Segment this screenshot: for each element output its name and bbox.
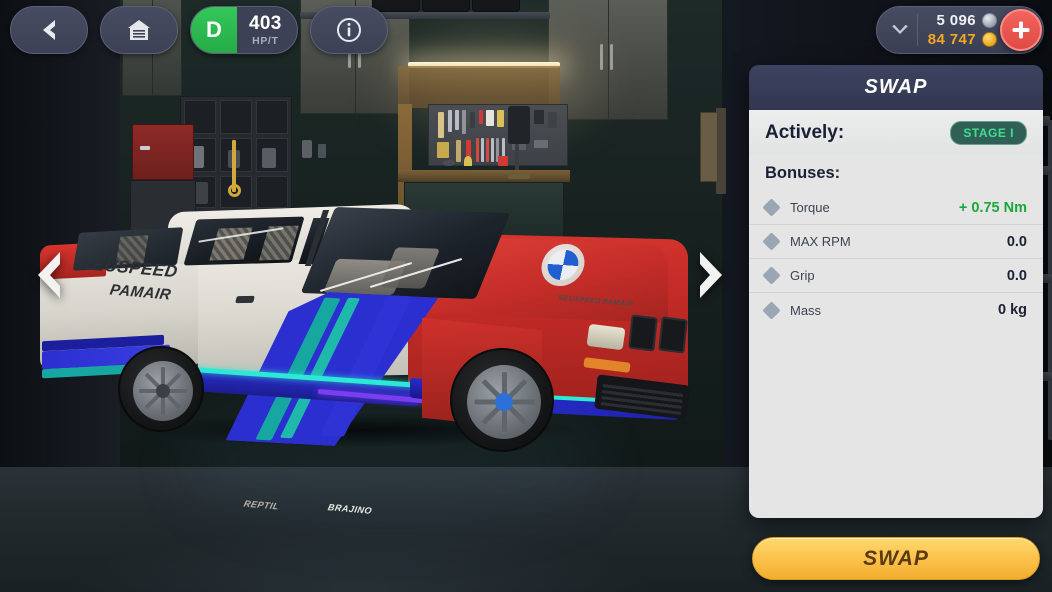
- stage-progression: STOCKSTAGE ISTAGE IISTAGE IIISTAGE IV: [0, 477, 749, 592]
- bonus-name: Grip: [790, 268, 815, 283]
- active-label: Actively:: [765, 121, 845, 143]
- bonuses-title: Bonuses:: [765, 164, 841, 182]
- bonus-diamond-icon: [762, 198, 781, 217]
- add-currency-button[interactable]: [1000, 9, 1042, 51]
- gold-coin-icon: [982, 32, 997, 47]
- swap-action-button[interactable]: SWAP: [752, 537, 1040, 580]
- currency-display: 5 096 84 747: [875, 6, 1044, 54]
- bonus-value: + 0.75 Nm: [958, 199, 1027, 216]
- bonus-value: 0.0: [1006, 233, 1027, 250]
- silver-amount: 5 096: [936, 12, 976, 29]
- bonus-value: 0 kg: [997, 302, 1027, 318]
- silver-coin-icon: [982, 13, 997, 28]
- info-icon: [336, 18, 361, 42]
- gold-currency-row: 84 747: [928, 31, 997, 48]
- chevron-left-icon: [43, 20, 55, 40]
- back-button[interactable]: [10, 6, 88, 54]
- bonus-name: Torque: [790, 200, 830, 215]
- garage-button[interactable]: [100, 6, 178, 54]
- gold-amount: 84 747: [927, 31, 976, 48]
- bonus-diamond-icon: [762, 266, 781, 285]
- chevron-down-icon: [891, 24, 908, 34]
- next-car-button[interactable]: [694, 248, 730, 307]
- chevron-right-icon: [700, 252, 722, 298]
- plus-icon: [1012, 21, 1030, 39]
- garage-icon: [128, 20, 150, 40]
- rating-unit: HP/T: [252, 34, 279, 47]
- bonus-row: Grip 0.0: [749, 259, 1043, 293]
- bonus-row: MAX RPM 0.0: [749, 225, 1043, 259]
- active-stage-row: Actively: STAGE I: [749, 110, 1043, 155]
- currency-expand-button[interactable]: [883, 24, 917, 37]
- info-button[interactable]: [309, 6, 388, 54]
- chevron-left-icon: [38, 252, 60, 298]
- bonus-list: Torque + 0.75 Nm MAX RPM 0.0 Grip 0.0 Mass 0 kg: [749, 191, 1043, 327]
- performance-rating-badge[interactable]: D 403 HP/T: [190, 6, 298, 54]
- previous-car-button[interactable]: [30, 248, 66, 307]
- panel-header: SWAP: [749, 65, 1043, 110]
- car-class-letter: D: [191, 7, 237, 53]
- swap-panel: SWAP Actively: STAGE I Bonuses: Torque + …: [749, 65, 1043, 518]
- bonus-diamond-icon: [762, 232, 781, 251]
- swap-button-label: SWAP: [863, 546, 929, 570]
- silver-currency-row: 5 096: [936, 12, 997, 29]
- top-toolbar: D 403 HP/T: [10, 6, 388, 54]
- bonus-row: Torque + 0.75 Nm: [749, 191, 1043, 225]
- active-stage-badge: STAGE I: [950, 120, 1027, 145]
- rating-value: 403: [249, 12, 282, 34]
- bonus-name: Mass: [790, 302, 822, 318]
- car-model: NEUSPEED PAMAIR NEUSPEED PAMAIR REPTIL B…: [18, 148, 718, 516]
- bonus-row: Mass 0 kg: [749, 293, 1043, 327]
- bonus-name: MAX RPM: [790, 234, 851, 249]
- bonus-value: 0.0: [1006, 267, 1027, 284]
- panel-title: SWAP: [864, 76, 928, 98]
- bonus-diamond-icon: [762, 300, 781, 320]
